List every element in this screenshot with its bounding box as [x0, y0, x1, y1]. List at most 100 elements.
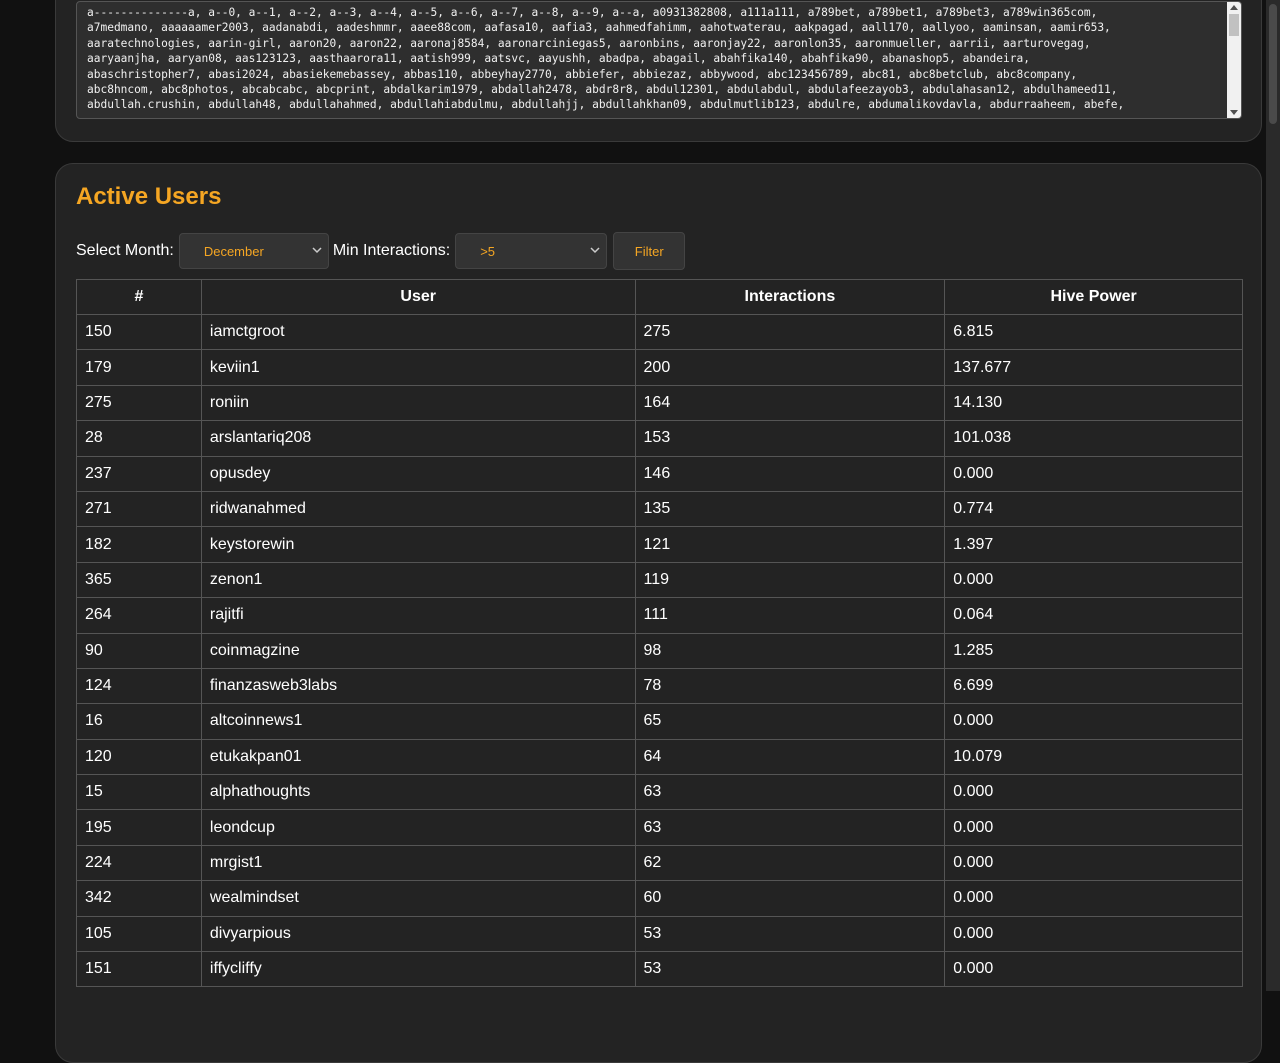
cell-user: arslantariq208 [200, 420, 636, 457]
cell-rank: 264 [76, 597, 202, 634]
table-row: 16 altcoinnews1 65 0.000 [76, 703, 1243, 740]
cell-interactions: 53 [634, 915, 946, 953]
cell-rank: 195 [76, 809, 202, 846]
cell-user: etukakpan01 [200, 738, 636, 776]
header-rank: # [76, 279, 202, 315]
cell-rank: 365 [76, 561, 202, 599]
cell-user: wealmindset [200, 880, 636, 917]
textarea-scrollbar-thumb[interactable] [1229, 14, 1239, 36]
cell-hive-power: 6.699 [944, 667, 1243, 705]
cell-user: iamctgroot [200, 313, 636, 351]
cell-rank: 16 [76, 703, 202, 740]
page-scrollbar-thumb[interactable] [1269, 4, 1277, 124]
accounts-text: a--------------a, a--0, a--1, a--2, a--3… [87, 5, 1217, 113]
cell-hive-power: 0.000 [944, 774, 1243, 811]
scroll-down-arrow-icon[interactable] [1230, 110, 1238, 115]
cell-hive-power: 0.000 [944, 880, 1243, 917]
cell-rank: 224 [76, 844, 202, 882]
table-row: 182 keystorewin 121 1.397 [76, 526, 1243, 563]
interactions-label: Min Interactions: [332, 242, 451, 259]
cell-user: mrgist1 [200, 844, 636, 882]
cell-hive-power: 0.774 [944, 490, 1243, 528]
table-row: 15 alphathoughts 63 0.000 [76, 774, 1243, 811]
accounts-line: a7medmano, aaaaaamer2003, aadanabdi, aad… [87, 21, 1111, 35]
accounts-textarea[interactable]: a--------------a, a--0, a--1, a--2, a--3… [76, 1, 1242, 119]
interactions-select-value: >5 [480, 244, 496, 259]
accounts-line: aaryaanjha, aaryan08, aas123123, aasthaa… [87, 52, 1030, 66]
cell-interactions: 153 [634, 420, 946, 457]
cell-hive-power: 0.064 [944, 597, 1243, 634]
table-header-row: # User Interactions Hive Power [76, 279, 1243, 315]
cell-rank: 182 [76, 526, 202, 563]
cell-interactions: 63 [634, 809, 946, 846]
accounts-card: a--------------a, a--0, a--1, a--2, a--3… [55, 0, 1262, 142]
table-row: 271 ridwanahmed 135 0.774 [76, 490, 1243, 528]
month-select-value: December [203, 244, 264, 259]
accounts-line: abdullah.crushin, abdullah48, abdullahah… [87, 98, 1125, 112]
filter-button[interactable]: Filter [613, 232, 686, 270]
cell-rank: 15 [76, 774, 202, 811]
table-row: 224 mrgist1 62 0.000 [76, 844, 1243, 882]
cell-user: iffycliffy [200, 951, 636, 988]
cell-interactions: 78 [634, 667, 946, 705]
table-row: 264 rajitfi 111 0.064 [76, 597, 1243, 634]
table-row: 105 divyarpious 53 0.000 [76, 915, 1243, 953]
active-users-card: Active Users Select Month: December Min … [55, 163, 1262, 1063]
cell-rank: 271 [76, 490, 202, 528]
table-row: 90 coinmagzine 98 1.285 [76, 632, 1243, 669]
cell-hive-power: 0.000 [944, 915, 1243, 953]
cell-rank: 237 [76, 455, 202, 492]
cell-hive-power: 14.130 [944, 384, 1243, 422]
cell-rank: 275 [76, 384, 202, 422]
table-row: 275 roniin 164 14.130 [76, 384, 1243, 422]
table-row: 28 arslantariq208 153 101.038 [76, 420, 1243, 457]
table-row: 365 zenon1 119 0.000 [76, 561, 1243, 599]
cell-user: zenon1 [200, 561, 636, 599]
accounts-line: a--------------a, a--0, a--1, a--2, a--3… [87, 6, 1098, 19]
cell-interactions: 275 [634, 313, 946, 351]
cell-user: coinmagzine [200, 632, 636, 669]
cell-hive-power: 0.000 [944, 455, 1243, 492]
filter-row: Select Month: December Min Interactions:… [76, 232, 686, 270]
cell-rank: 28 [76, 420, 202, 457]
cell-rank: 105 [76, 915, 202, 953]
cell-rank: 151 [76, 951, 202, 988]
cell-rank: 90 [76, 632, 202, 669]
cell-hive-power: 6.815 [944, 313, 1243, 351]
header-interactions: Interactions [634, 279, 946, 315]
cell-interactions: 164 [634, 384, 946, 422]
cell-interactions: 65 [634, 703, 946, 740]
cell-interactions: 119 [634, 561, 946, 599]
table-row: 120 etukakpan01 64 10.079 [76, 738, 1243, 776]
month-select[interactable]: December [178, 233, 329, 269]
cell-hive-power: 101.038 [944, 420, 1243, 457]
accounts-line: abaschristopher7, abasi2024, abasiekemeb… [87, 67, 1078, 81]
chevron-down-icon [312, 247, 322, 254]
page-scrollbar[interactable] [1266, 0, 1280, 991]
cell-user: alphathoughts [200, 774, 636, 811]
scroll-up-arrow-icon[interactable] [1230, 5, 1238, 10]
cell-hive-power: 0.000 [944, 809, 1243, 846]
cell-hive-power: 10.079 [944, 738, 1243, 776]
cell-interactions: 64 [634, 738, 946, 776]
interactions-select[interactable]: >5 [455, 233, 608, 269]
table-row: 150 iamctgroot 275 6.815 [76, 313, 1243, 351]
cell-hive-power: 137.677 [944, 349, 1243, 386]
table-row: 237 opusdey 146 0.000 [76, 455, 1243, 492]
table-row: 195 leondcup 63 0.000 [76, 809, 1243, 846]
cell-user: ridwanahmed [200, 490, 636, 528]
cell-interactions: 200 [634, 349, 946, 386]
header-hive-power: Hive Power [944, 279, 1243, 315]
cell-interactions: 62 [634, 844, 946, 882]
cell-user: altcoinnews1 [200, 703, 636, 740]
cell-interactions: 121 [634, 526, 946, 563]
chevron-down-icon [590, 247, 600, 254]
cell-rank: 342 [76, 880, 202, 917]
table-row: 151 iffycliffy 53 0.000 [76, 951, 1243, 988]
cell-interactions: 111 [634, 597, 946, 634]
header-user: User [200, 279, 636, 315]
textarea-scrollbar[interactable] [1227, 2, 1241, 118]
cell-hive-power: 1.397 [944, 526, 1243, 563]
cell-user: rajitfi [200, 597, 636, 634]
cell-hive-power: 0.000 [944, 561, 1243, 599]
